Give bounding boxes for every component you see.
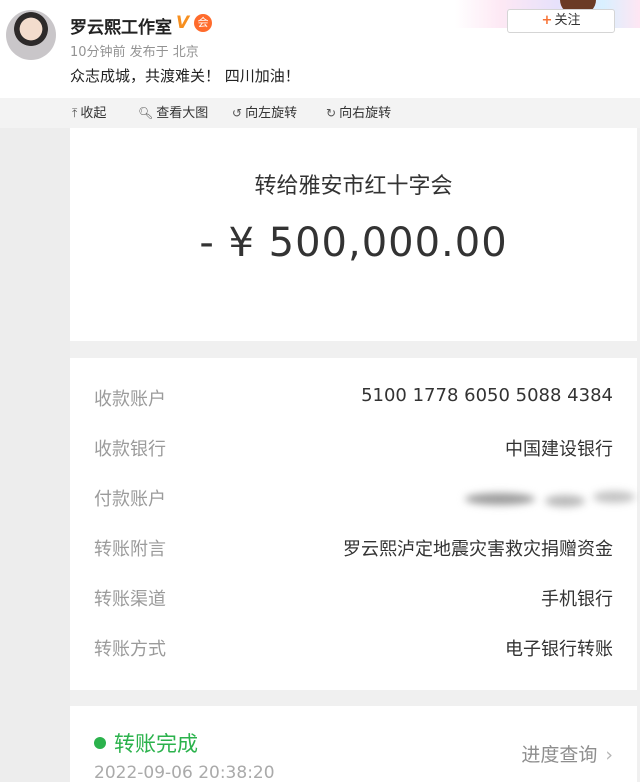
chevron-right-icon: › [605, 744, 613, 766]
transfer-amount: - ¥ 500,000.00 [199, 220, 508, 266]
detail-label: 转账方式 [94, 639, 166, 660]
rotate-left-label: 向左旋转 [245, 106, 298, 121]
vip-badge-icon: 会 [194, 14, 212, 32]
progress-query-link[interactable]: 进度查询 › [521, 740, 613, 767]
detail-row-method: 转账方式 电子银行转账 [70, 635, 637, 665]
rotate-right-icon: ↻ [326, 106, 337, 120]
transfer-timestamp: 2022-09-06 20:38:20 [94, 763, 275, 782]
progress-query-label: 进度查询 [521, 744, 598, 766]
redacted-value [455, 489, 635, 513]
post-text: 众志成城，共渡难关！ 四川加油！ [70, 67, 300, 85]
follow-button[interactable]: + 关注 [507, 9, 615, 33]
collapse-label: 收起 [80, 106, 107, 121]
collapse-button[interactable]: ⤒ 收起 [72, 104, 106, 122]
status-label: 转账完成 [94, 728, 198, 758]
detail-label: 收款银行 [94, 439, 166, 460]
plus-icon: + [541, 13, 553, 28]
image-margin [0, 128, 70, 782]
detail-row-bank: 收款银行 中国建设银行 [70, 435, 637, 465]
detail-row-payer: 付款账户 [70, 485, 637, 515]
transfer-details-card: 收款账户 5100 1778 6050 5088 4384 收款银行 中国建设银… [70, 358, 637, 690]
status-text: 转账完成 [114, 732, 198, 756]
transfer-status-card: 转账完成 进度查询 › 2022-09-06 20:38:20 [70, 706, 637, 782]
verified-icon: V [176, 13, 190, 33]
collapse-icon: ⤒ [72, 106, 78, 120]
author-name[interactable]: 罗云熙工作室 [70, 13, 172, 38]
detail-row-note: 转账附言 罗云熙泸定地震灾害救灾捐赠资金 [70, 535, 637, 565]
rotate-right-button[interactable]: ↻ 向右旋转 [326, 104, 391, 122]
avatar[interactable] [6, 10, 56, 60]
detail-label: 转账渠道 [94, 589, 166, 610]
status-dot-icon [94, 737, 106, 749]
rotate-left-button[interactable]: ↺ 向左旋转 [232, 104, 297, 122]
follow-label: 关注 [554, 13, 581, 28]
detail-value: 5100 1778 6050 5088 4384 [361, 385, 613, 406]
detail-label: 转账附言 [94, 539, 166, 560]
rotate-left-icon: ↺ [232, 106, 243, 120]
view-large-label: 查看大图 [156, 106, 209, 121]
rotate-right-label: 向右旋转 [339, 106, 392, 121]
detail-row-channel: 转账渠道 手机银行 [70, 585, 637, 615]
detail-value: 罗云熙泸定地震灾害救灾捐赠资金 [343, 539, 613, 560]
magnifier-icon: 🔍︎ [138, 106, 154, 120]
recipient-title: 转给雅安市红十字会 [254, 174, 453, 199]
detail-label: 收款账户 [94, 389, 166, 410]
detail-value: 手机银行 [541, 589, 613, 610]
image-toolbar: ⤒ 收起 🔍︎ 查看大图 ↺ 向左旋转 ↻ 向右旋转 [0, 98, 640, 128]
detail-row-account: 收款账户 5100 1778 6050 5088 4384 [70, 385, 637, 415]
post-header: 罗云熙工作室 V 会 10分钟前 发布于 北京 众志成城，共渡难关！ 四川加油！… [0, 0, 640, 98]
detail-value: 中国建设银行 [505, 439, 613, 460]
detail-label: 付款账户 [94, 489, 166, 510]
detail-value: 电子银行转账 [505, 639, 613, 660]
post-meta: 10分钟前 发布于 北京 [70, 45, 199, 60]
view-large-button[interactable]: 🔍︎ 查看大图 [138, 104, 208, 122]
